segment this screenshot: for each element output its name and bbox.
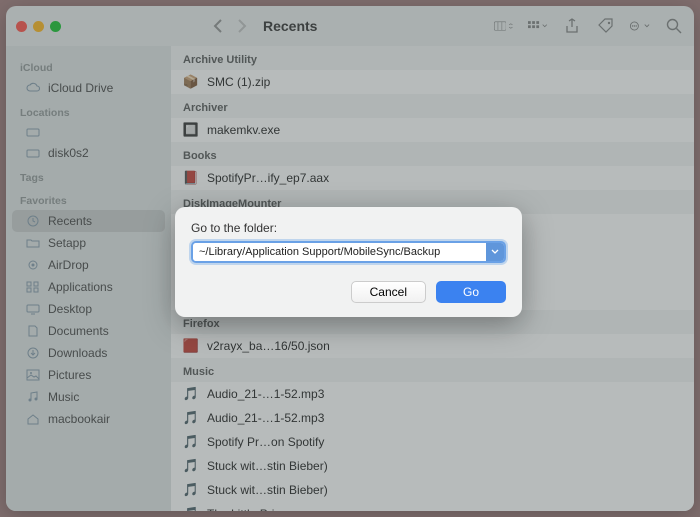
dropdown-toggle-icon[interactable] — [486, 243, 504, 261]
folder-path-input[interactable] — [193, 243, 486, 261]
dialog-label: Go to the folder: — [191, 221, 506, 235]
go-to-folder-dialog: Go to the folder: Cancel Go — [175, 207, 522, 317]
go-button[interactable]: Go — [436, 281, 506, 303]
folder-path-combo[interactable] — [191, 241, 506, 263]
cancel-button[interactable]: Cancel — [351, 281, 426, 303]
